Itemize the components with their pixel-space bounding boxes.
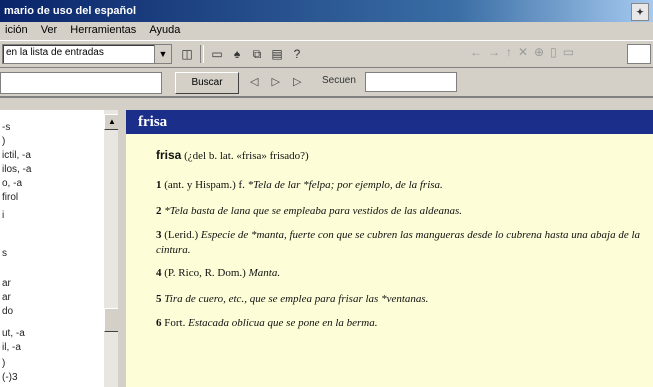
info-icon[interactable]: ◫ [178,45,196,63]
title-bar: mario de uso del español ✦ [0,0,653,22]
sense-definition: Especie de *manta, fuerte con que se cub… [156,229,641,256]
sense-number: 3 [156,229,162,241]
print-icon[interactable]: ▤ [268,45,286,63]
pane-splitter[interactable] [118,110,126,387]
sense-definition: Tira de cuero, etc., que se emplea para … [164,293,429,305]
list-item[interactable]: do [2,306,13,317]
sense-2: 2 *Tela basta de lana que se empleaba pa… [156,204,646,219]
toolbar-main: en la lista de entradas ▼ ◫ ▭ ♠ ⧉ ▤ ? ←→… [0,41,653,68]
search-input[interactable] [0,72,162,94]
toolbar-separator [200,45,204,63]
nav-arrows[interactable]: ◁ ▷ ▷ [250,75,307,88]
page-icon[interactable]: ▭ [208,45,226,63]
sense-number: 1 [156,179,162,191]
entry-header-title: frisa [138,114,168,130]
list-item[interactable]: ar [2,292,11,303]
sense-prefix: (ant. y Hispam.) f. [164,179,248,191]
toolbar-search: Buscar ◁ ▷ ▷ Secuen [0,68,653,98]
list-item[interactable]: (-)3 [2,372,18,383]
list-item[interactable]: -s [2,122,10,133]
entry-headline: frisa (¿del b. lat. «frisa» frisado?) [156,148,646,164]
menu-bar: ición Ver Herramientas Ayuda [0,22,653,41]
sense-3: 3 (Lerid.) Especie de *manta, fuerte con… [156,228,646,258]
list-scrollbar[interactable]: ▲ [104,110,120,387]
sense-5: 5 Tira de cuero, etc., que se emplea par… [156,292,646,307]
sense-number: 6 [156,317,162,329]
sense-1: 1 (ant. y Hispam.) f. *Tela de lar *felp… [156,178,646,193]
sense-prefix: Fort. [164,317,189,329]
list-item[interactable]: ictil, -a [2,150,31,161]
sense-prefix: (Lerid.) [164,229,201,241]
entry-header: frisa [126,110,653,134]
search-scope-value: en la lista de entradas [6,47,104,58]
sequence-field[interactable] [365,72,457,92]
list-item[interactable]: ar [2,278,11,289]
menu-herramientas[interactable]: Herramientas [65,22,141,38]
list-item[interactable]: ut, -a [2,328,25,339]
zoom-field[interactable] [627,44,651,64]
list-item[interactable]: s [2,248,7,259]
sense-number: 2 [156,205,162,217]
sense-definition: Manta. [248,267,281,279]
search-button[interactable]: Buscar [175,72,239,94]
binoculars-icon[interactable]: ♠ [228,45,246,63]
nav-icons-group[interactable]: ←→↑✕⊕▯▭ [470,45,580,63]
sense-number: 5 [156,293,162,305]
list-item[interactable]: ) [2,358,5,369]
help-icon[interactable]: ? [288,45,306,63]
definition-pane: frisa frisa (¿del b. lat. «frisa» frisad… [126,110,653,387]
copy-icon[interactable]: ⧉ [248,45,266,63]
headword: frisa [156,148,182,162]
word-list[interactable]: -s ) ictil, -a ilos, -a o, -a firol i s … [0,110,119,387]
sense-definition: Estacada oblicua que se pone en la berma… [188,317,378,329]
list-item[interactable]: ) [2,136,5,147]
list-item[interactable]: firol [2,192,18,203]
sense-4: 4 (P. Rico, R. Dom.) Manta. [156,266,646,281]
sense-prefix: (P. Rico, R. Dom.) [164,267,249,279]
list-item[interactable]: o, -a [2,178,22,189]
sense-6: 6 Fort. Estacada oblicua que se pone en … [156,316,646,331]
menu-ayuda[interactable]: Ayuda [144,22,185,38]
sense-definition: *Tela basta de lana que se empleaba para… [164,205,463,217]
list-item[interactable]: il, -a [2,342,21,353]
window-title: mario de uso del español [4,5,137,17]
list-item[interactable]: ilos, -a [2,164,31,175]
sense-number: 4 [156,267,162,279]
search-scope-combo[interactable]: en la lista de entradas ▼ [2,44,172,64]
sequence-label: Secuen [322,75,356,86]
list-item[interactable]: i [2,210,4,221]
etymology: (¿del b. lat. «frisa» frisado?) [184,150,309,162]
chevron-down-icon[interactable]: ▼ [154,45,171,63]
menu-edicion[interactable]: ición [0,22,33,38]
sense-definition: *Tela de lar *felpa; por ejemplo, de la … [247,179,443,191]
menu-ver[interactable]: Ver [36,22,63,38]
app-logo-icon: ✦ [631,3,649,21]
